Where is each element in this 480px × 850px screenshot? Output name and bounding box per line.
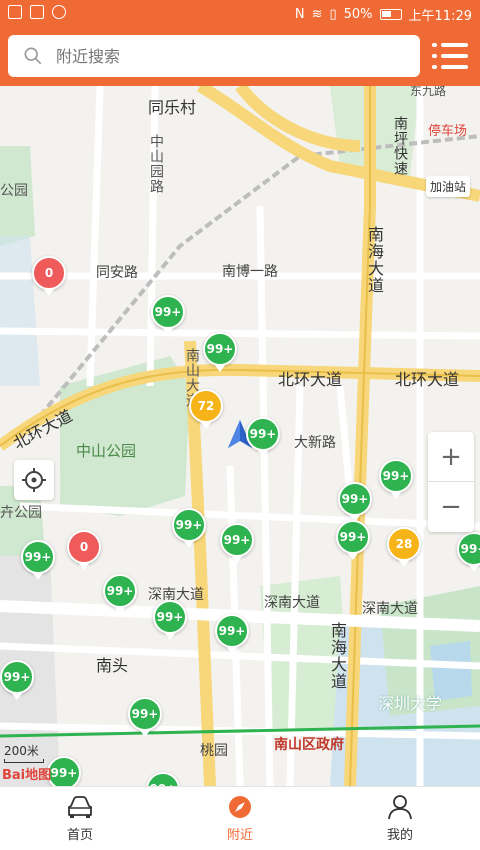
crosshair-icon [22,468,46,492]
map-label-tongan-road: 同安路 [96,265,138,281]
station-pin[interactable]: 99+ [203,332,237,372]
vibrate-icon: ▯ [329,7,337,22]
map-logo: Bai地图 [2,768,52,783]
map-scale-label: 200米 [4,744,39,758]
station-pin[interactable]: 99+ [47,756,81,786]
map-scale-bar [4,759,44,763]
station-pin[interactable]: 72 [189,389,223,429]
bottom-nav: 首页 附近 我的 [0,786,480,850]
nav-mine-label: 我的 [386,828,413,843]
nfc-icon: N [294,7,305,22]
station-pin[interactable]: 28 [387,527,421,567]
list-menu-button[interactable] [432,42,468,70]
zoom-in-button[interactable]: + [428,432,474,482]
parking-label: 停车场 [428,124,468,139]
zoom-control: + − [428,432,474,532]
map-label-shennan-avenue-2: 深南大道 [264,595,320,611]
locate-button[interactable] [14,460,54,500]
status-icons-left [8,5,66,19]
wifi-icon: ≋ [311,7,323,22]
map-label-road-east: 东九路 [410,86,447,98]
map-label-zhongshan-park: 中山公园 [76,442,137,460]
battery-icon [379,9,402,20]
header [0,28,480,86]
station-pin[interactable]: 99+ [103,574,137,614]
map-label-beihuan-avenue-1: 北环大道 [278,370,343,389]
nav-home[interactable]: 首页 [0,787,160,850]
nav-nearby[interactable]: 附近 [160,787,320,850]
map-label-tongle-village: 同乐村 [148,98,197,117]
map-label-park-left: 公园 [0,183,28,199]
clock: 上午11:29 [408,9,472,24]
station-pin[interactable]: 99+ [128,697,162,737]
usb-icon [30,5,44,19]
nav-nearby-label: 附近 [226,828,253,843]
battery-percent: 50% [343,7,373,22]
map-label-qi-park: 卉公园 [0,505,42,521]
station-pin[interactable]: 0 [32,256,66,296]
station-pin[interactable]: 99+ [246,417,280,457]
car-icon [68,796,92,818]
station-pin[interactable]: 99+ [379,459,413,499]
station-pin[interactable]: 99+ [21,540,55,580]
search-box[interactable] [8,35,420,77]
status-icons-right: N ≋ ▯ 50% 上午11:29 [295,5,472,24]
station-pin[interactable]: 99+ [172,508,206,548]
gallery-icon [8,5,22,19]
station-pin[interactable]: 99+ [153,600,187,640]
station-pin[interactable]: 0 [67,530,101,570]
search-input[interactable] [56,35,406,77]
chat-icon [52,5,66,19]
map-label-nanhai-avenue: 南海大道 [365,226,384,294]
station-pin[interactable]: 99+ [220,523,254,563]
map-label-north-road: 南坪快速 [392,116,408,176]
map-label-nanshan-gov: 南山区政府 [274,737,344,753]
map-label-nanhai-avenue-2: 南海大道 [328,622,347,690]
station-pin[interactable]: 99+ [336,520,370,560]
zoom-out-button[interactable]: − [428,482,474,532]
status-bar: N ≋ ▯ 50% 上午11:29 [0,0,480,28]
map-label-shenzhen-university: 深圳大学 [378,694,443,713]
map-label-zhongshan-garden-road: 中山园路 [148,134,164,194]
map-label-beihuan-avenue-2: 北环大道 [395,370,460,389]
map-view[interactable]: 同乐村 中山园路 同安路 南博一路 南海大道 北环大道 北环大道 北环大道 南山… [0,86,480,786]
map-label-shennan-avenue-3: 深南大道 [362,601,418,617]
search-icon [24,47,42,65]
map-label-daxin-road: 大新路 [294,435,336,451]
station-pin[interactable]: 99+ [338,482,372,522]
user-icon [388,795,412,820]
map-label-taoyuan: 桃园 [200,743,228,759]
station-pin[interactable]: 99+ [0,660,34,700]
compass-icon [229,796,251,818]
station-pin[interactable]: 99+ [215,614,249,654]
map-label-nantou: 南头 [96,656,129,675]
nav-home-label: 首页 [66,828,93,843]
map-label-nanbo-road: 南博一路 [222,264,278,280]
nav-mine[interactable]: 我的 [320,787,480,850]
station-pin[interactable]: 99+ [151,295,185,335]
gas-station-label[interactable]: 加油站 [426,176,471,197]
